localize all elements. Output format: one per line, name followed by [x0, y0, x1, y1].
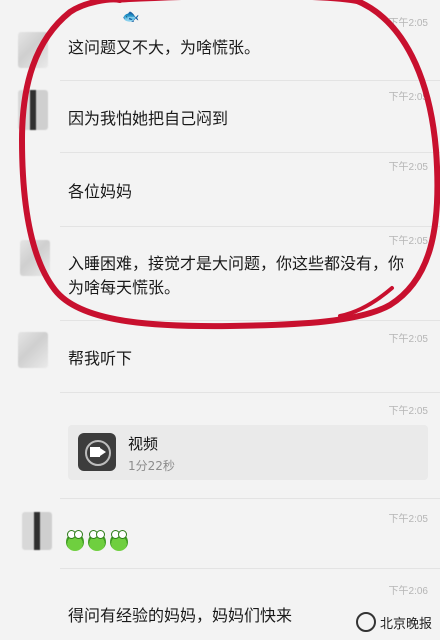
- watermark: 北京晚报: [355, 612, 432, 632]
- divider: [60, 152, 440, 153]
- message-text: 各位妈妈: [68, 182, 133, 201]
- message-text: 因为我怕她把自己闷到: [68, 109, 229, 128]
- divider: [60, 226, 440, 227]
- timestamp: 下午2:05: [388, 162, 428, 173]
- avatar[interactable]: [18, 32, 48, 68]
- message-text: 帮我听下: [68, 349, 133, 368]
- avatar[interactable]: [22, 512, 52, 550]
- emoji-group: [66, 530, 128, 551]
- divider: [60, 80, 440, 81]
- message-text: 这问题又不大，为啥慌张。: [68, 38, 261, 57]
- timestamp: 下午2:05: [388, 18, 428, 29]
- newspaper-logo-icon: [355, 612, 376, 632]
- watermark-text: 北京晚报: [379, 616, 432, 632]
- divider: [60, 392, 440, 393]
- divider: [60, 498, 440, 499]
- frog-emoji-icon: [66, 530, 84, 551]
- video-camera-icon: [78, 433, 116, 471]
- avatar[interactable]: [18, 332, 48, 368]
- timestamp: 下午2:05: [388, 92, 428, 103]
- timestamp: 下午2:06: [388, 586, 428, 597]
- frog-emoji-icon: [88, 530, 106, 551]
- video-title: 视频: [128, 435, 159, 453]
- frog-emoji-icon: [110, 530, 128, 551]
- video-card[interactable]: 视频 1分22秒: [68, 425, 428, 480]
- timestamp: 下午2:05: [388, 514, 428, 525]
- timestamp: 下午2:05: [388, 406, 428, 417]
- video-duration: 1分22秒: [128, 459, 175, 473]
- fish-emoji-icon: 🐟: [122, 9, 140, 25]
- timestamp: 下午2:05: [388, 236, 428, 247]
- message-text: 入睡困难，接觉才是大问题，你这些都没有，你为啥每天慌张。: [68, 254, 405, 297]
- timestamp: 下午2:05: [388, 334, 428, 345]
- avatar[interactable]: [20, 240, 50, 276]
- avatar[interactable]: [18, 90, 48, 130]
- divider: [60, 320, 440, 321]
- divider: [60, 568, 440, 569]
